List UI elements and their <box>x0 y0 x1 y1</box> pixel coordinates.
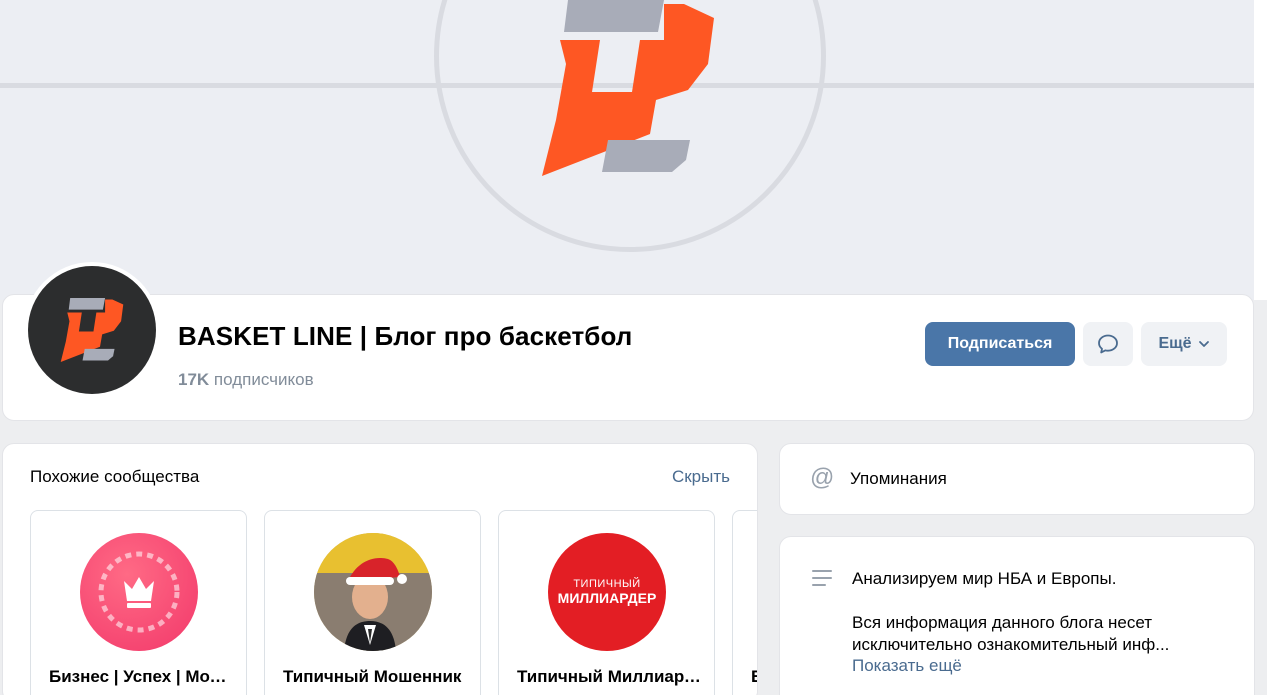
similar-communities-card: Похожие сообщества Скрыть Бизнес | Успех… <box>2 443 758 695</box>
subscribers-count[interactable]: 17K подписчиков <box>178 370 314 390</box>
message-icon <box>1098 334 1118 354</box>
cover-scroll-edge <box>1254 0 1267 300</box>
community-card[interactable]: Типичный Мошенник <box>264 510 481 695</box>
community-name: Типичный Миллиардер <box>517 667 702 686</box>
at-sign-icon: @ <box>810 464 835 491</box>
mentions-label: Упоминания <box>850 469 947 488</box>
community-card[interactable]: ТИПИЧНЫЙ МИЛЛИАРДЕР Типичный Миллиардер <box>498 510 715 695</box>
subscribers-label: подписчиков <box>213 370 314 389</box>
community-avatar <box>80 533 198 651</box>
person-santa-hat-icon <box>314 533 432 651</box>
crown-laurel-icon <box>98 551 180 633</box>
group-avatar[interactable] <box>24 262 160 398</box>
avatar-logo <box>60 298 124 362</box>
subscribers-number: 17K <box>178 370 210 389</box>
community-name: Типичный Мошенник <box>283 667 462 686</box>
community-card[interactable]: Бизнес | Успех | Мотивация <box>30 510 247 695</box>
more-label: Ещё <box>1158 335 1192 352</box>
avatar-text-top: ТИПИЧНЫЙ <box>573 578 641 590</box>
community-avatar: ТИПИЧНЫЙ МИЛЛИАРДЕР <box>548 533 666 651</box>
about-card: Анализируем мир НБА и Европы. Вся информ… <box>779 536 1255 695</box>
community-name: Б <box>751 667 757 687</box>
description-icon <box>812 570 832 586</box>
about-text-line1: Анализируем мир НБА и Европы. <box>852 569 1117 588</box>
about-text-line2: Вся информация данного блога несет исклю… <box>852 613 1170 654</box>
mentions-card[interactable]: @ Упоминания <box>779 443 1255 515</box>
similar-communities-title: Похожие сообщества <box>30 467 200 486</box>
message-button[interactable] <box>1083 322 1133 366</box>
community-avatar <box>314 533 432 651</box>
cover-image <box>0 0 1267 300</box>
chevron-down-icon <box>1198 341 1209 347</box>
basket-line-logo <box>542 0 714 176</box>
group-title: BASKET LINE | Блог про баскетбол <box>178 321 633 351</box>
community-card[interactable]: Б <box>732 510 757 695</box>
community-name: Бизнес | Успех | Мотивация <box>49 667 234 686</box>
avatar-text-bottom: МИЛЛИАРДЕР <box>557 590 657 606</box>
show-more-link[interactable]: Показать ещё <box>852 656 962 676</box>
more-button[interactable]: Ещё <box>1141 322 1227 366</box>
hide-link[interactable]: Скрыть <box>672 467 730 487</box>
subscribe-button[interactable]: Подписаться <box>925 322 1075 366</box>
